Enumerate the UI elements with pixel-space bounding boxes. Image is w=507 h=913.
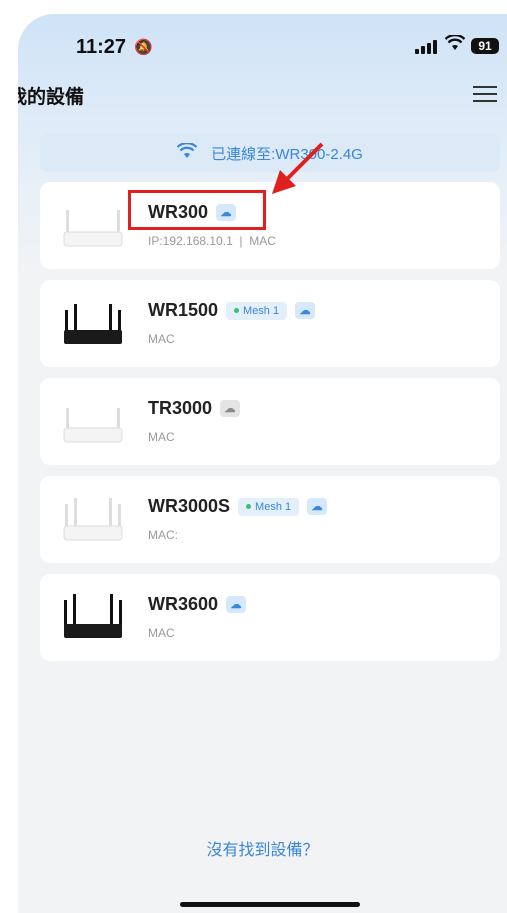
status-bar: 11:27 🔕 91 xyxy=(18,32,507,62)
cellular-signal-icon xyxy=(415,40,437,54)
annotation-arrow-icon xyxy=(272,142,324,194)
connection-label: 已連線至: xyxy=(211,145,276,163)
phone-screen: 11:27 🔕 91 我的設備 已連線至:WR300-2.4G WR300☁ I… xyxy=(18,14,507,913)
wifi-status-icon xyxy=(444,33,466,57)
device-mac: MAC: xyxy=(148,528,178,542)
mesh-badge: Mesh 1 xyxy=(226,301,288,320)
cloud-icon: ☁ xyxy=(295,302,316,319)
mesh-label: Mesh 1 xyxy=(255,500,292,513)
device-mac: MAC xyxy=(249,234,276,248)
wifi-icon xyxy=(176,141,198,164)
clock: 11:27 xyxy=(76,36,127,58)
device-card-wr1500[interactable]: WR1500 Mesh 1 ☁ MAC xyxy=(40,280,500,367)
mesh-label: Mesh 1 xyxy=(243,304,280,317)
annotation-highlight-box xyxy=(128,190,266,230)
router-black-image xyxy=(64,594,122,638)
router-black-image xyxy=(64,304,122,344)
device-not-found-link[interactable]: 沒有找到設備？ xyxy=(18,836,507,860)
device-mac: MAC xyxy=(148,332,175,346)
device-name: WR1500 xyxy=(148,300,219,320)
cloud-icon: ☁ xyxy=(307,498,328,515)
device-name: WR3000S xyxy=(148,496,231,516)
device-card-tr3000[interactable]: TR3000 ☁ MAC xyxy=(40,378,500,465)
device-name: TR3000 xyxy=(148,398,213,418)
hamburger-menu-icon[interactable] xyxy=(473,86,497,104)
device-name: WR3600 xyxy=(148,594,219,614)
device-ip: IP:192.168.10.1 xyxy=(148,234,233,248)
device-card-wr3000s[interactable]: WR3000S Mesh 1 ☁ MAC: xyxy=(40,476,500,563)
router-white-image xyxy=(63,210,123,247)
silent-bell-icon: 🔕 xyxy=(134,39,153,56)
cloud-icon: ☁ xyxy=(226,596,247,613)
page-title: 我的設備 xyxy=(18,87,85,108)
router-white-image xyxy=(63,408,123,443)
router-white-image xyxy=(63,498,123,541)
device-card-wr3600[interactable]: WR3600 ☁ MAC xyxy=(40,574,500,661)
cloud-offline-icon: ☁ xyxy=(220,400,241,417)
device-mac: MAC xyxy=(148,430,175,444)
battery-icon: 91 xyxy=(471,38,499,54)
device-mac: MAC xyxy=(148,626,175,640)
home-indicator[interactable] xyxy=(180,902,360,907)
mesh-badge: Mesh 1 xyxy=(238,497,300,516)
